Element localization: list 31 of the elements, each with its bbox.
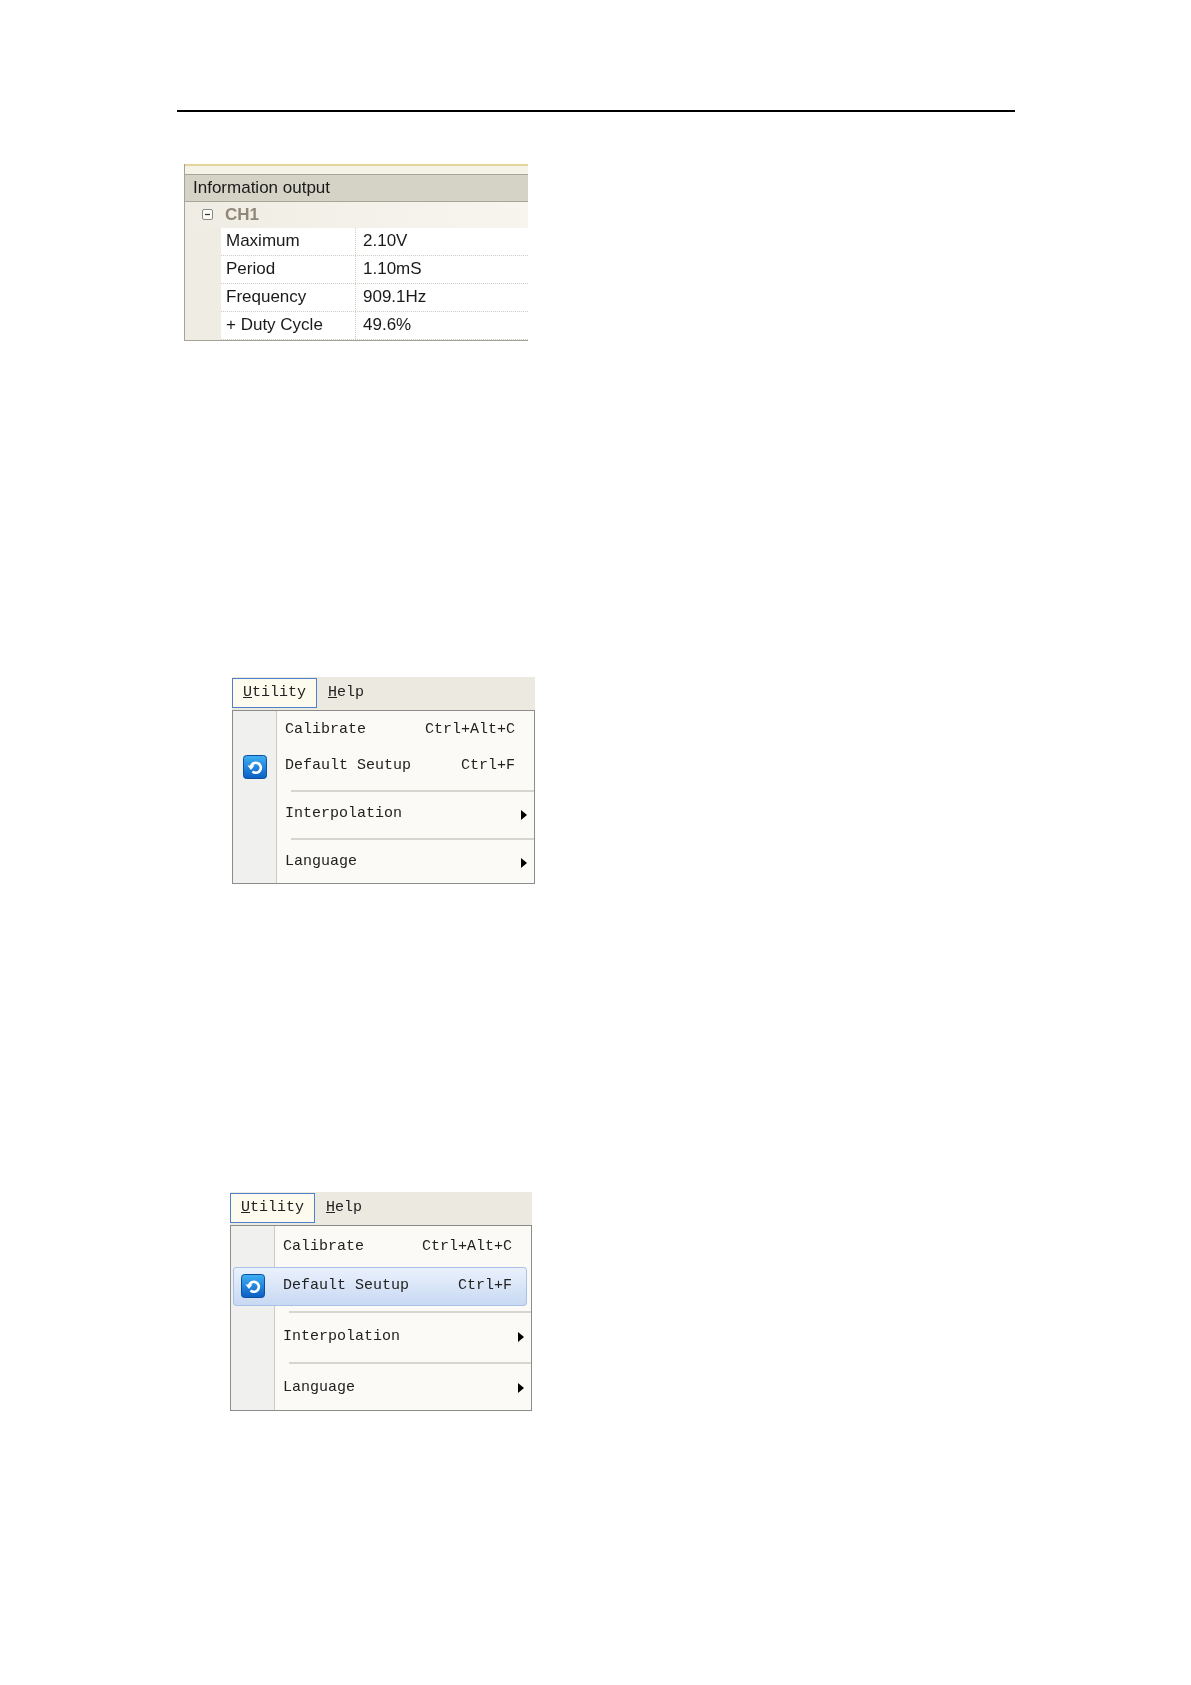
caret-right-icon — [518, 1383, 524, 1393]
menu-item[interactable]: Language — [235, 844, 530, 881]
group-label: CH1 — [225, 203, 259, 226]
property-name: Period — [221, 255, 356, 283]
panel-title: Information output — [185, 173, 528, 202]
caret-right-icon — [521, 857, 527, 868]
menu-bar-item[interactable]: Utility — [230, 1193, 316, 1223]
property-name: Maximum — [221, 227, 356, 255]
caret-right-icon — [518, 1332, 524, 1342]
menu-item[interactable]: Default Seutup Ctrl+F — [233, 1266, 527, 1306]
menu-item[interactable]: Interpolation — [233, 1317, 527, 1357]
menu-item[interactable]: Calibrate Ctrl+Alt+C — [235, 712, 530, 749]
property-name: Frequency — [221, 283, 356, 311]
menu-bar-item[interactable]: Utility — [232, 678, 318, 708]
menu-item[interactable]: Default Seutup Ctrl+F — [235, 748, 530, 785]
menu-bar-item[interactable]: Help — [315, 1193, 374, 1223]
property-value: 2.10V — [362, 230, 409, 253]
caret-right-icon — [521, 809, 527, 820]
shortcut-text: Ctrl+F — [460, 756, 515, 777]
menu-item[interactable]: Language — [233, 1368, 527, 1408]
menu-item[interactable]: Calibrate Ctrl+Alt+C — [233, 1227, 527, 1267]
property-value: 49.6% — [362, 314, 413, 337]
shortcut-text: Ctrl+Alt+C — [424, 720, 515, 741]
shortcut-text: Ctrl+F — [457, 1275, 512, 1296]
property-value: 1.10mS — [362, 258, 423, 281]
collapse-box-icon[interactable] — [202, 209, 213, 220]
property-value: 909.1Hz — [362, 286, 428, 309]
shortcut-text: Ctrl+Alt+C — [421, 1236, 512, 1257]
menu-item[interactable]: Interpolation — [235, 796, 530, 833]
property-name: + Duty Cycle — [221, 311, 356, 339]
menu-bar-item[interactable]: Help — [317, 678, 376, 708]
